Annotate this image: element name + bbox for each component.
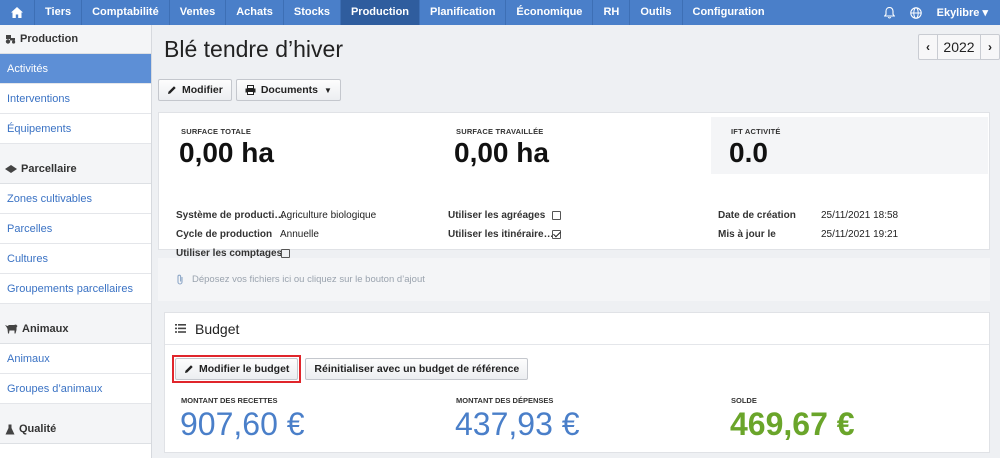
bell-icon[interactable] xyxy=(877,0,903,25)
recettes-label: MONTANT DES RECETTES xyxy=(181,396,278,405)
printer-icon xyxy=(245,85,256,95)
systeme-production-value: Agriculture biologique xyxy=(280,210,377,221)
sidebar-section-production: Production xyxy=(0,25,151,54)
user-name: Ekylibre xyxy=(936,7,980,19)
sidebar-divider xyxy=(0,404,151,415)
systeme-production-label: Système de producti… xyxy=(176,210,285,221)
sidebar-item-groupes-animaux[interactable]: Groupes d’animaux xyxy=(0,374,151,404)
nav-outils[interactable]: Outils xyxy=(629,0,681,25)
globe-icon[interactable] xyxy=(903,0,929,25)
mis-a-jour-value: 25/11/2021 19:21 xyxy=(821,229,899,240)
edit-button[interactable]: Modifier xyxy=(158,79,232,101)
toolbar: Modifier Documents ▼ xyxy=(158,79,341,101)
edit-budget-button[interactable]: Modifier le budget xyxy=(175,358,299,380)
previous-year-button[interactable]: ‹ xyxy=(919,35,937,59)
flask-icon xyxy=(5,424,15,434)
edit-button-label: Modifier xyxy=(182,84,223,96)
agreages-label: Utiliser les agréages xyxy=(448,210,546,221)
paperclip-icon xyxy=(177,274,183,285)
cycle-production-value: Annuelle xyxy=(280,229,319,240)
documents-dropdown[interactable]: Documents ▼ xyxy=(235,79,341,101)
date-creation-label: Date de création xyxy=(718,210,796,221)
year-navigator: ‹ 2022 › xyxy=(918,34,1000,60)
ift-label: IFT ACTIVITÉ xyxy=(731,127,781,136)
sidebar-section-title: Production xyxy=(20,33,79,45)
budget-title: Budget xyxy=(195,320,240,337)
sidebar-section-parcellaire: Parcellaire xyxy=(0,155,151,184)
pencil-icon xyxy=(168,86,176,94)
nav-configuration[interactable]: Configuration xyxy=(681,0,775,25)
itineraires-label: Utiliser les itinéraire… xyxy=(448,229,554,240)
reset-budget-button[interactable]: Réinitialiser avec un budget de référenc… xyxy=(305,358,529,380)
sidebar-item-equipements[interactable]: Équipements xyxy=(0,114,151,144)
agreages-checkbox[interactable] xyxy=(552,211,561,220)
nav-production[interactable]: Production xyxy=(339,0,420,25)
sidebar-item-parcelles[interactable]: Parcelles xyxy=(0,214,151,244)
sidebar: Production Activités Interventions Équip… xyxy=(0,25,152,458)
sidebar-item-animaux[interactable]: Animaux xyxy=(0,344,151,374)
sidebar-section-title: Animaux xyxy=(22,323,69,335)
next-year-button[interactable]: › xyxy=(981,35,999,59)
list-icon xyxy=(175,324,186,333)
nav-economique[interactable]: Économique xyxy=(505,0,592,25)
sidebar-section-title: Parcellaire xyxy=(21,163,77,175)
solde-label: SOLDE xyxy=(731,396,757,405)
user-menu[interactable]: Ekylibre ▾ xyxy=(929,6,1000,19)
surface-travaillee-label: SURFACE TRAVAILLÉE xyxy=(456,127,544,136)
edit-budget-label: Modifier le budget xyxy=(199,363,290,375)
sidebar-section-title: Qualité xyxy=(19,423,57,435)
sidebar-divider xyxy=(0,144,151,155)
date-creation-value: 25/11/2021 18:58 xyxy=(821,210,899,221)
tractor-icon xyxy=(5,35,16,44)
field-icon xyxy=(5,165,17,173)
pencil-icon xyxy=(185,365,193,373)
sidebar-section-animaux: Animaux xyxy=(0,315,151,344)
sidebar-item-groupements-parcellaires[interactable]: Groupements parcellaires xyxy=(0,274,151,304)
file-dropzone[interactable]: Déposez vos fichiers ici ou cliquez sur … xyxy=(158,258,990,301)
surface-travaillee-value: 0,00 ha xyxy=(454,137,549,168)
comptages-checkbox[interactable] xyxy=(281,249,290,258)
sidebar-item-interventions[interactable]: Interventions xyxy=(0,84,151,114)
caret-down-icon: ▼ xyxy=(324,85,332,95)
nav-planification[interactable]: Planification xyxy=(419,0,505,25)
page-title: Blé tendre d’hiver xyxy=(164,36,343,62)
ift-value: 0.0 xyxy=(729,137,768,168)
surface-totale-value: 0,00 ha xyxy=(179,137,274,168)
itineraires-checkbox[interactable] xyxy=(552,230,561,239)
top-navbar: Tiers Comptabilité Ventes Achats Stocks … xyxy=(0,0,1000,25)
sidebar-item-zones-cultivables[interactable]: Zones cultivables xyxy=(0,184,151,214)
budget-actions: Modifier le budget Réinitialiser avec un… xyxy=(172,355,529,383)
dropzone-text: Déposez vos fichiers ici ou cliquez sur … xyxy=(192,274,425,285)
sidebar-divider xyxy=(0,304,151,315)
budget-card: Budget Modifier le budget Réinitialiser … xyxy=(164,312,990,453)
ift-metric-box: IFT ACTIVITÉ 0.0 xyxy=(711,117,988,174)
activity-info-card: SURFACE TOTALE 0,00 ha SURFACE TRAVAILLÉ… xyxy=(158,112,990,259)
budget-header: Budget xyxy=(165,313,989,345)
mis-a-jour-label: Mis à jour le xyxy=(718,229,776,240)
depenses-value: 437,93 € xyxy=(455,406,580,442)
main-content: Blé tendre d’hiver ‹ 2022 › Modifier Doc… xyxy=(153,25,1000,458)
nav-comptabilite[interactable]: Comptabilité xyxy=(81,0,169,25)
cycle-production-label: Cycle de production xyxy=(176,229,273,240)
depenses-label: MONTANT DES DÉPENSES xyxy=(456,396,554,405)
recettes-value: 907,60 € xyxy=(180,406,305,442)
nav-stocks[interactable]: Stocks xyxy=(282,0,340,25)
highlight-box: Modifier le budget xyxy=(172,355,302,383)
nav-ventes[interactable]: Ventes xyxy=(168,0,225,25)
sidebar-item-cultures[interactable]: Cultures xyxy=(0,244,151,274)
sidebar-item-activites[interactable]: Activités xyxy=(0,54,151,84)
reset-budget-label: Réinitialiser avec un budget de référenc… xyxy=(314,363,520,375)
nav-tiers[interactable]: Tiers xyxy=(34,0,81,25)
nav-achats[interactable]: Achats xyxy=(225,0,283,25)
nav-rh[interactable]: RH xyxy=(592,0,629,25)
cow-icon xyxy=(5,324,18,334)
surface-totale-label: SURFACE TOTALE xyxy=(181,127,252,136)
solde-value: 469,67 € xyxy=(730,406,855,442)
year-label: 2022 xyxy=(937,35,981,59)
documents-dropdown-label: Documents xyxy=(260,84,319,96)
home-icon[interactable] xyxy=(0,0,34,25)
sidebar-section-qualite: Qualité xyxy=(0,415,151,444)
